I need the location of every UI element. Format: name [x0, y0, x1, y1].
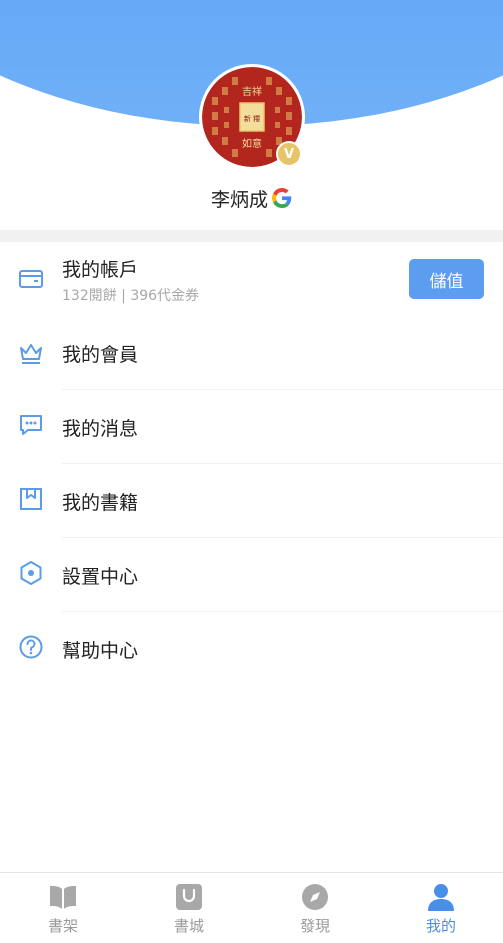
vip-badge: V: [276, 141, 302, 167]
help-icon: [19, 635, 43, 659]
wallet-icon: [19, 270, 43, 288]
account-balance-text: 132閱餅 | 396代金券: [62, 288, 200, 304]
tab-store[interactable]: 書城: [126, 873, 252, 943]
bottom-tab-bar: 書架 書城 發現 我的: [0, 872, 503, 942]
avatar-center-text: 新 糧: [244, 114, 260, 123]
menu-item-label: 我的會員: [62, 344, 139, 366]
menu-item-messages[interactable]: 我的消息: [0, 390, 503, 464]
menu-item-books[interactable]: 我的書籍: [0, 464, 503, 538]
menu-item-member[interactable]: 我的會員: [0, 316, 503, 390]
menu-item-account[interactable]: 我的帳戶 132閱餅 | 396代金券 儲值: [0, 242, 503, 316]
tab-bookshelf[interactable]: 書架: [0, 873, 126, 943]
user-name: 李炳成: [210, 188, 268, 211]
settings-icon: [20, 561, 42, 585]
tab-discover[interactable]: 發現: [252, 873, 378, 943]
compass-icon: [302, 884, 328, 910]
tab-mine[interactable]: 我的: [378, 873, 503, 943]
tab-label: 書城: [173, 917, 204, 935]
tab-label: 發現: [299, 917, 330, 935]
menu-item-label: 我的消息: [62, 418, 139, 440]
menu-item-label: 幫助中心: [62, 640, 139, 662]
menu-item-help[interactable]: 幫助中心: [0, 612, 503, 686]
bookshelf-icon: [50, 886, 76, 909]
avatar-top-text: 吉祥: [242, 85, 262, 98]
topup-button[interactable]: 儲值: [409, 259, 484, 299]
bookmark-icon: [20, 488, 42, 510]
avatar-bottom-text: 如意: [242, 137, 262, 150]
message-icon: [20, 415, 42, 435]
section-divider: [0, 230, 503, 242]
store-bag-icon: [176, 884, 202, 910]
user-name-row: 李炳成: [0, 183, 503, 213]
account-label: 我的帳戶: [62, 259, 139, 281]
google-icon: [272, 188, 292, 208]
menu-item-settings[interactable]: 設置中心: [0, 538, 503, 612]
menu-item-label: 我的書籍: [62, 492, 139, 514]
profile-header: 新 糧 吉祥 如意 V 李炳成: [0, 0, 503, 230]
user-icon: [428, 884, 454, 911]
menu-item-label: 設置中心: [62, 566, 139, 588]
tab-label: 書架: [47, 917, 78, 935]
tab-label: 我的: [425, 917, 456, 935]
crown-icon: [20, 344, 42, 364]
